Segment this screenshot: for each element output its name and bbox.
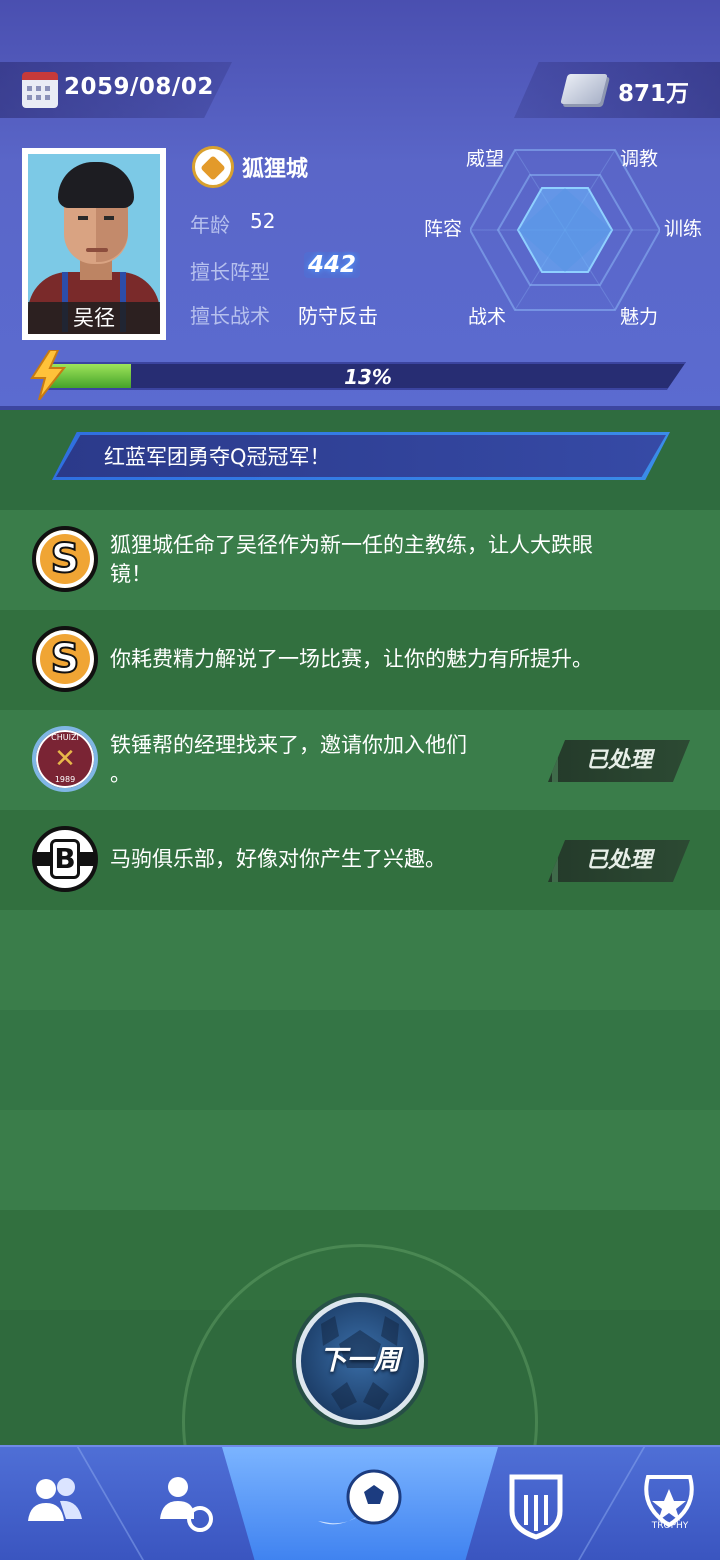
formation-label: 擅长阵型 (190, 260, 270, 284)
nav-trophy-tab[interactable]: TROPHY (620, 1447, 720, 1560)
tactic-label: 擅长战术 (190, 304, 270, 328)
news-text: 铁锤帮的经理找来了，邀请你加入他们 。 (110, 731, 467, 789)
pitch-stripe (0, 910, 720, 1010)
radar-label-squad: 阵容 (424, 218, 463, 240)
trophy-text: TROPHY (651, 1521, 689, 1531)
next-week-label: 下一周 (319, 1345, 401, 1376)
radar-label-training: 训练 (664, 218, 703, 240)
news-item[interactable]: S 你耗费精力解说了一场比赛，让你的魅力有所提升。 (0, 609, 720, 709)
transfer-icon (160, 1477, 213, 1532)
news-item[interactable]: B 马驹俱乐部，好像对你产生了兴趣。 已处理 (0, 809, 720, 909)
news-text: 你耗费精力解说了一场比赛，让你的魅力有所提升。 (110, 647, 593, 671)
experience-percent: 13% (344, 365, 392, 389)
trophy-icon (644, 1475, 694, 1528)
news-text-line: 。 (110, 762, 131, 786)
avatar-eye (104, 216, 114, 220)
handled-button-label: 已处理 (585, 748, 652, 773)
avatar-eye (78, 216, 88, 220)
sponsor-s-icon: S (32, 526, 98, 592)
b-club-icon: B (32, 826, 98, 892)
tactic-value: 防守反击 (298, 304, 378, 328)
pitch-stripe (0, 1010, 720, 1110)
avatar-hair (58, 162, 134, 208)
avatar-portrait: 吴径 (28, 154, 160, 334)
current-date: 2059/08/02 (64, 74, 214, 100)
radar-label-tactics: 战术 (468, 306, 507, 328)
avatar-mouth (86, 248, 108, 252)
manager-avatar[interactable]: 吴径 (22, 148, 166, 340)
money-panel (514, 62, 720, 118)
experience-progress-bar: 13% (46, 362, 686, 390)
age-value: 52 (250, 209, 276, 233)
money-amount: 871万 (618, 81, 690, 107)
news-item[interactable]: S 狐狸城任命了吴径作为新一任的主教练，让人大跌眼 镜！ (0, 509, 720, 609)
cash-icon (560, 74, 608, 104)
fox-club-icon[interactable] (192, 146, 234, 188)
headline-text: 红蓝军团勇夺Q冠冠军！ (104, 445, 331, 469)
top-bar: 2059/08/02 871万 (0, 62, 720, 118)
pitch-stripe (0, 1110, 720, 1210)
news-text: 马驹俱乐部，好像对你产生了兴趣。 (110, 847, 446, 871)
news-text-line: 铁锤帮的经理找来了，邀请你加入他们 (110, 733, 467, 757)
news-item[interactable]: CHUIZI ✕ 1989 铁锤帮的经理找来了，邀请你加入他们 。 已处理 (0, 709, 720, 809)
handled-button[interactable]: 已处理 (548, 740, 690, 782)
nav-team-tab[interactable] (0, 1447, 110, 1560)
handled-button-label: 已处理 (585, 848, 652, 873)
radar-label-prestige: 威望 (466, 148, 505, 170)
news-text-line: 镜！ (110, 562, 152, 586)
formation-value: 442 (304, 252, 361, 278)
bottom-nav: TROPHY (0, 1445, 720, 1560)
hammers-club-icon: CHUIZI ✕ 1989 (32, 726, 98, 792)
news-text-line: 狐狸城任命了吴径作为新一任的主教练，让人大跌眼 (110, 533, 593, 557)
lightning-icon (30, 350, 66, 400)
club-shield-icon (509, 1474, 563, 1540)
crossed-hammers-icon: ✕ (54, 744, 76, 774)
manager-name: 吴径 (28, 302, 160, 334)
nav-club-tab[interactable] (490, 1447, 600, 1560)
badge-year-text: 1989 (54, 775, 76, 784)
club-name: 狐狸城 (242, 157, 309, 182)
calendar-icon[interactable] (22, 72, 58, 108)
nav-match-tab[interactable] (300, 1447, 420, 1560)
manager-header: 2059/08/02 871万 吴径 狐狸城 年龄 52 擅长阵型 442 擅长… (0, 0, 720, 410)
badge-letter: B (50, 839, 80, 879)
news-text: 狐狸城任命了吴径作为新一任的主教练，让人大跌眼 镜！ (110, 531, 593, 589)
radar-label-charm: 魅力 (620, 306, 659, 328)
nav-transfer-tab[interactable] (120, 1447, 230, 1560)
match-icon (318, 1469, 402, 1525)
next-week-button[interactable]: 下一周 (296, 1297, 424, 1425)
team-icon (28, 1478, 82, 1521)
age-label: 年龄 (190, 213, 230, 237)
handled-button[interactable]: 已处理 (548, 840, 690, 882)
sponsor-s-icon: S (32, 626, 98, 692)
radar-label-coaching: 调教 (620, 148, 659, 170)
badge-top-text: CHUIZI (51, 733, 79, 742)
